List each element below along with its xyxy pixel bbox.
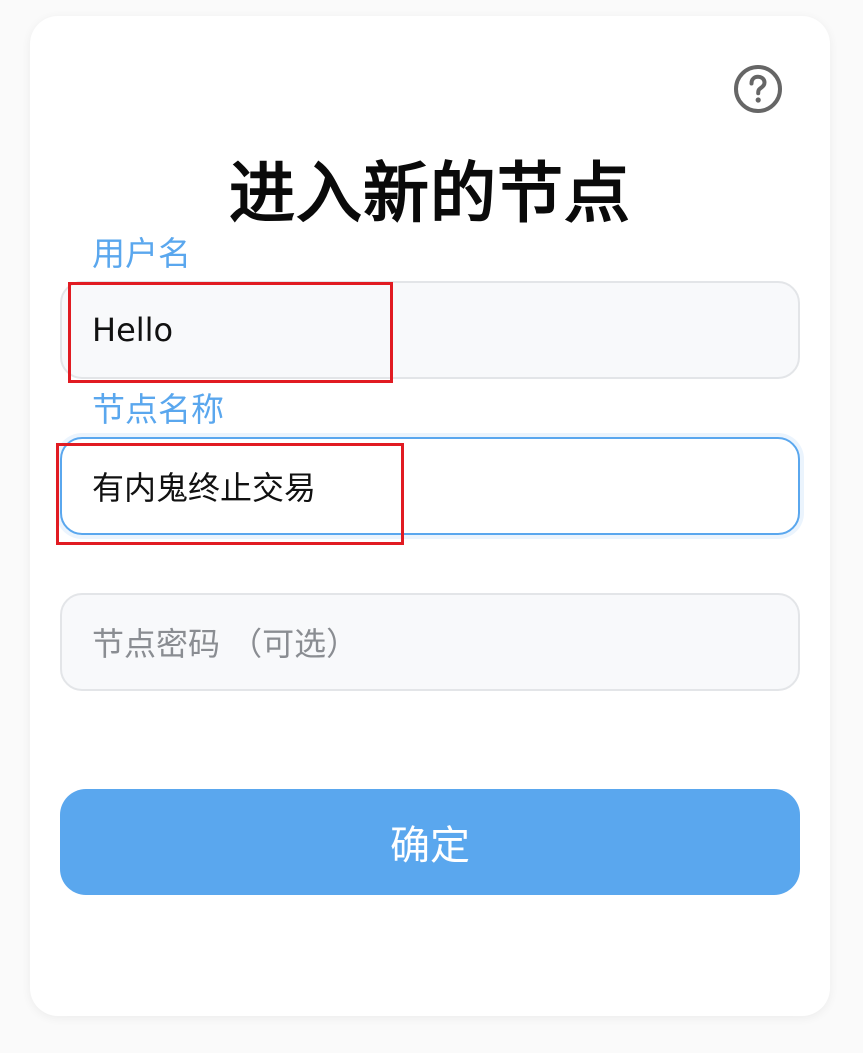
help-circle-icon[interactable] xyxy=(733,64,783,114)
node-name-input[interactable]: 有内鬼终止交易 xyxy=(60,437,800,535)
node-name-value: 有内鬼终止交易 xyxy=(92,469,317,507)
node-password-input[interactable]: 节点密码 （可选） xyxy=(60,593,800,691)
page-title: 进入新的节点 xyxy=(229,155,631,232)
username-label: 用户名 xyxy=(92,234,191,273)
confirm-button[interactable]: 确定 xyxy=(60,789,800,895)
node-password-placeholder: 节点密码 （可选） xyxy=(92,625,359,663)
username-value: Hello xyxy=(92,311,174,349)
username-input[interactable]: Hello xyxy=(60,281,800,379)
join-node-card: 进入新的节点 用户名 Hello 节点名称 有内鬼终止交易 节点密码 （可选） … xyxy=(30,16,830,1016)
node-name-label: 节点名称 xyxy=(92,390,224,429)
